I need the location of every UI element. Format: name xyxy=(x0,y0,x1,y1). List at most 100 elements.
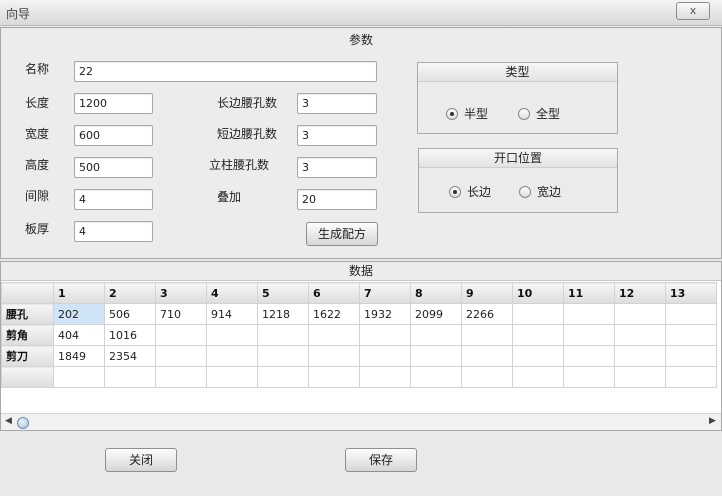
scroll-left-arrow-icon[interactable]: ◀ xyxy=(5,416,12,426)
table-cell[interactable]: 2266 xyxy=(461,303,513,325)
short-side-holes-field[interactable]: 3 xyxy=(297,125,377,146)
column-header[interactable]: 13 xyxy=(665,282,717,304)
column-header[interactable]: 8 xyxy=(410,282,462,304)
table-cell[interactable] xyxy=(53,366,105,388)
table-cell[interactable] xyxy=(410,366,462,388)
column-holes-label: 立柱腰孔数 xyxy=(209,158,270,172)
column-header[interactable]: 12 xyxy=(614,282,666,304)
table-cell[interactable]: 2099 xyxy=(410,303,462,325)
table-cell[interactable] xyxy=(308,345,360,367)
thickness-label: 板厚 xyxy=(25,222,50,236)
column-header[interactable]: 5 xyxy=(257,282,309,304)
table-cell[interactable]: 710 xyxy=(155,303,207,325)
table-cell[interactable] xyxy=(308,366,360,388)
table-cell[interactable] xyxy=(155,324,207,346)
table-cell[interactable] xyxy=(257,345,309,367)
table-cell[interactable] xyxy=(206,345,258,367)
table-cell[interactable] xyxy=(614,366,666,388)
table-cell[interactable] xyxy=(461,324,513,346)
table-cell[interactable] xyxy=(563,324,615,346)
column-header[interactable]: 2 xyxy=(104,282,156,304)
table-cell[interactable]: 2354 xyxy=(104,345,156,367)
row-header[interactable] xyxy=(1,366,54,388)
name-field[interactable]: 22 xyxy=(74,61,377,82)
opening-position-group: 开口位置 长边 宽边 xyxy=(418,148,618,213)
table-cell[interactable] xyxy=(206,324,258,346)
table-cell[interactable] xyxy=(614,303,666,325)
table-cell[interactable]: 1622 xyxy=(308,303,360,325)
data-panel: 数据 1 2 3 4 5 6 7 8 9 10 11 12 13 腰孔 202 … xyxy=(0,261,722,431)
length-field[interactable]: 1200 xyxy=(74,93,153,114)
scroll-right-arrow-icon[interactable]: ▶ xyxy=(709,416,716,426)
overlap-field[interactable]: 20 xyxy=(297,189,377,210)
row-header[interactable]: 剪刀 xyxy=(1,345,54,367)
table-cell[interactable] xyxy=(359,324,411,346)
scrollbar-thumb[interactable] xyxy=(17,417,29,429)
table-cell[interactable] xyxy=(563,303,615,325)
table-cell[interactable] xyxy=(461,366,513,388)
type-half-radio[interactable]: 半型 xyxy=(446,107,488,121)
corner-header xyxy=(1,282,54,304)
row-header[interactable]: 剪角 xyxy=(1,324,54,346)
save-button[interactable]: 保存 xyxy=(345,448,417,472)
type-full-label: 全型 xyxy=(536,107,561,121)
column-header[interactable]: 6 xyxy=(308,282,360,304)
table-cell[interactable]: 1932 xyxy=(359,303,411,325)
table-cell[interactable] xyxy=(563,345,615,367)
column-header[interactable]: 7 xyxy=(359,282,411,304)
table-cell[interactable] xyxy=(665,366,717,388)
table-cell[interactable]: 506 xyxy=(104,303,156,325)
column-header[interactable]: 4 xyxy=(206,282,258,304)
table-cell[interactable] xyxy=(104,366,156,388)
table-cell[interactable] xyxy=(614,345,666,367)
column-header[interactable]: 3 xyxy=(155,282,207,304)
column-header[interactable]: 11 xyxy=(563,282,615,304)
type-full-radio[interactable]: 全型 xyxy=(518,107,560,121)
table-cell[interactable] xyxy=(410,324,462,346)
table-cell[interactable] xyxy=(206,366,258,388)
table-cell[interactable] xyxy=(563,366,615,388)
table-cell[interactable] xyxy=(512,345,564,367)
table-cell[interactable] xyxy=(308,324,360,346)
table-cell[interactable] xyxy=(665,303,717,325)
close-button[interactable]: 关闭 xyxy=(105,448,177,472)
table-cell[interactable]: 1218 xyxy=(257,303,309,325)
table-cell[interactable] xyxy=(665,345,717,367)
width-field[interactable]: 600 xyxy=(74,125,153,146)
column-holes-field[interactable]: 3 xyxy=(297,157,377,178)
table-cell[interactable] xyxy=(512,366,564,388)
table-cell[interactable] xyxy=(359,366,411,388)
table-cell[interactable] xyxy=(359,345,411,367)
table-cell[interactable]: 404 xyxy=(53,324,105,346)
column-header[interactable]: 10 xyxy=(512,282,564,304)
opening-width-side-radio[interactable]: 宽边 xyxy=(519,185,561,199)
table-cell[interactable]: 202 xyxy=(53,303,105,325)
horizontal-scrollbar[interactable]: ◀ ▶ xyxy=(1,413,721,430)
close-icon: x xyxy=(689,4,697,17)
params-panel: 参数 名称 22 长度 1200 宽度 600 高度 500 间隙 4 板厚 4… xyxy=(0,27,722,259)
table-cell[interactable] xyxy=(257,324,309,346)
column-header[interactable]: 9 xyxy=(461,282,513,304)
gap-field[interactable]: 4 xyxy=(74,189,153,210)
table-cell[interactable] xyxy=(614,324,666,346)
table-cell[interactable] xyxy=(665,324,717,346)
table-cell[interactable]: 914 xyxy=(206,303,258,325)
column-header[interactable]: 1 xyxy=(53,282,105,304)
table-cell[interactable]: 1016 xyxy=(104,324,156,346)
table-cell[interactable] xyxy=(257,366,309,388)
data-table: 1 2 3 4 5 6 7 8 9 10 11 12 13 腰孔 202 506… xyxy=(1,282,717,388)
window-close-button[interactable]: x xyxy=(676,2,710,20)
table-cell[interactable] xyxy=(461,345,513,367)
table-cell[interactable]: 1849 xyxy=(53,345,105,367)
opening-long-side-radio[interactable]: 长边 xyxy=(449,185,491,199)
height-field[interactable]: 500 xyxy=(74,157,153,178)
generate-recipe-button[interactable]: 生成配方 xyxy=(306,222,378,246)
table-cell[interactable] xyxy=(410,345,462,367)
table-cell[interactable] xyxy=(512,324,564,346)
table-cell[interactable] xyxy=(512,303,564,325)
table-cell[interactable] xyxy=(155,366,207,388)
row-header[interactable]: 腰孔 xyxy=(1,303,54,325)
long-side-holes-field[interactable]: 3 xyxy=(297,93,377,114)
thickness-field[interactable]: 4 xyxy=(74,221,153,242)
table-cell[interactable] xyxy=(155,345,207,367)
